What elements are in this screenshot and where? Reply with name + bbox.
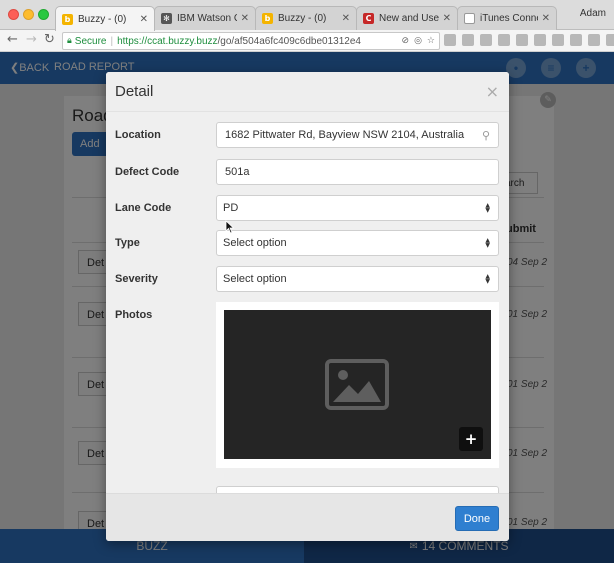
- mouse-cursor-icon: [225, 220, 235, 234]
- next-field-partial[interactable]: [216, 486, 499, 493]
- address-bar[interactable]: 🔒︎ Secure | https:// ccat.buzzy.buzz /go…: [62, 32, 440, 50]
- modal-footer: Done: [106, 493, 509, 541]
- defect-code-label: Defect Code: [115, 166, 180, 178]
- window-close-button[interactable]: [8, 9, 19, 20]
- browser-tab-carsales[interactable]: C New and Used C ✕: [356, 6, 458, 30]
- extension-icon[interactable]: [516, 34, 528, 46]
- close-icon[interactable]: ×: [486, 82, 499, 101]
- reload-icon[interactable]: ↻: [44, 32, 55, 47]
- modal-title: Detail: [115, 83, 154, 100]
- add-photo-button[interactable]: +: [459, 427, 483, 451]
- extension-icon[interactable]: [480, 34, 492, 46]
- tab-close-icon[interactable]: ✕: [443, 13, 451, 24]
- buzzy-icon: b: [62, 13, 73, 25]
- severity-label: Severity: [115, 273, 158, 285]
- location-field[interactable]: 1682 Pittwater Rd, Bayview NSW 2104, Aus…: [216, 122, 499, 148]
- url-scheme: https://: [117, 35, 148, 47]
- select-arrows-icon: ▲ ▼: [485, 237, 490, 249]
- photos-label: Photos: [115, 309, 153, 321]
- tab-close-icon[interactable]: ✕: [542, 13, 550, 24]
- tab-close-icon[interactable]: ✕: [342, 13, 350, 24]
- buzzy-icon: b: [262, 13, 273, 24]
- location-label: Location: [115, 129, 161, 141]
- extension-icon[interactable]: [552, 34, 564, 46]
- back-arrow-icon[interactable]: ←: [7, 32, 18, 47]
- url-host: ccat.buzzy.buzz: [147, 35, 218, 47]
- watson-icon: ✻: [161, 13, 172, 24]
- type-label: Type: [115, 237, 140, 249]
- image-placeholder-icon: [325, 359, 389, 410]
- browser-tab-buzzy[interactable]: b Buzzy - (0) ✕: [255, 6, 357, 30]
- bookmark-star-icon[interactable]: ☆: [427, 36, 435, 46]
- modal-body: Location 1682 Pittwater Rd, Bayview NSW …: [106, 112, 509, 493]
- browser-tab-watson[interactable]: ✻ IBM Watson Co ✕: [154, 6, 256, 30]
- profile-name[interactable]: Adam: [580, 8, 606, 19]
- type-select[interactable]: Select option ▲ ▼: [216, 230, 499, 256]
- extension-icons: ⋮: [444, 34, 614, 46]
- browser-toolbar: ← → ↻ 🔒︎ Secure | https:// ccat.buzzy.bu…: [0, 30, 614, 52]
- photo-placeholder[interactable]: +: [224, 310, 491, 459]
- window-zoom-button[interactable]: [38, 9, 49, 20]
- extension-icon[interactable]: [570, 34, 582, 46]
- carsales-icon: C: [363, 13, 374, 24]
- map-pin-icon[interactable]: ⚲: [482, 129, 490, 142]
- lane-code-label: Lane Code: [115, 202, 172, 214]
- page-icon: [464, 13, 475, 24]
- target-icon[interactable]: ◎: [414, 36, 422, 46]
- window-minimize-button[interactable]: [23, 9, 34, 20]
- select-arrows-icon: ▲ ▼: [485, 273, 490, 285]
- detail-modal: Detail × Location 1682 Pittwater Rd, Bay…: [106, 72, 509, 541]
- extension-icon[interactable]: [588, 34, 600, 46]
- lane-code-select[interactable]: PD ▲ ▼: [216, 195, 499, 221]
- extension-icon[interactable]: [498, 34, 510, 46]
- browser-tab-bar: b Buzzy - (0) ✕ ✻ IBM Watson Co ✕ b Buzz…: [0, 0, 614, 31]
- browser-tab-itunes[interactable]: iTunes Connect ✕: [457, 6, 557, 30]
- browser-tab-buzzy-active[interactable]: b Buzzy - (0) ✕: [55, 6, 155, 31]
- severity-select[interactable]: Select option ▲ ▼: [216, 266, 499, 292]
- tab-close-icon[interactable]: ✕: [241, 13, 249, 24]
- extension-icon[interactable]: [462, 34, 474, 46]
- extension-icon[interactable]: [444, 34, 456, 46]
- modal-header: Detail ×: [106, 72, 509, 112]
- extension-icon[interactable]: [534, 34, 546, 46]
- defect-code-field[interactable]: 501a: [216, 159, 499, 185]
- url-path: /go/af504a6fc409c6dbe01312e4: [217, 35, 361, 47]
- select-arrows-icon: ▲ ▼: [485, 202, 490, 214]
- photo-card: +: [216, 302, 499, 468]
- forward-arrow-icon[interactable]: →: [26, 32, 37, 47]
- lock-icon: 🔒︎: [67, 36, 72, 46]
- done-button[interactable]: Done: [455, 506, 499, 531]
- camera-block-icon[interactable]: ⊘: [402, 36, 410, 46]
- extension-icon[interactable]: [606, 34, 614, 46]
- tab-close-icon[interactable]: ✕: [140, 14, 148, 25]
